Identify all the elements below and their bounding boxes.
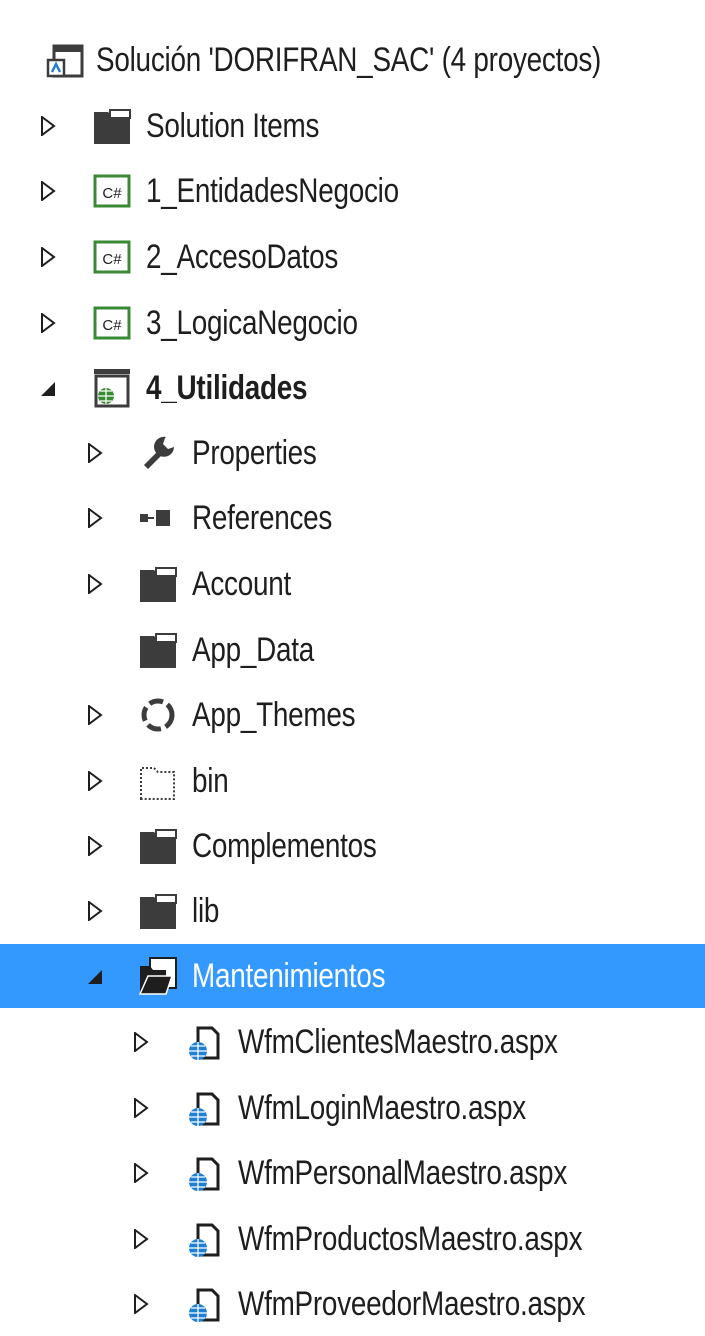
tree-item-label: WfmProductosMaestro.aspx xyxy=(238,1220,583,1258)
tree-item-entidades-negocio[interactable]: C# 1_EntidadesNegocio xyxy=(0,159,705,223)
tree-item-label: WfmLoginMaestro.aspx xyxy=(238,1089,526,1127)
tree-item-label: lib xyxy=(192,892,220,930)
themes-icon xyxy=(136,693,180,737)
expand-arrow-icon[interactable] xyxy=(87,508,103,528)
solution-icon xyxy=(44,38,88,82)
web-project-icon xyxy=(90,366,134,410)
expand-arrow-icon[interactable] xyxy=(87,574,103,594)
tree-item-label: Account xyxy=(192,565,292,603)
tree-item-label: Solución 'DORIFRAN_SAC' (4 proyectos) xyxy=(96,41,602,79)
tree-item-aspx-file[interactable]: WfmProductosMaestro.aspx xyxy=(0,1207,705,1271)
tree-item-logica-negocio[interactable]: C# 3_LogicaNegocio xyxy=(0,291,705,355)
expand-arrow-icon[interactable] xyxy=(40,247,56,267)
expand-arrow-icon[interactable] xyxy=(40,313,56,333)
tree-item-complementos[interactable]: Complementos xyxy=(0,814,705,878)
tree-item-label: References xyxy=(192,499,333,537)
collapse-arrow-icon[interactable] xyxy=(87,966,103,986)
expand-arrow-icon[interactable] xyxy=(133,1098,149,1118)
collapse-arrow-icon[interactable] xyxy=(40,378,56,398)
tree-item-solution-items[interactable]: Solution Items xyxy=(0,94,705,158)
tree-item-label: Complementos xyxy=(192,827,377,865)
folder-icon xyxy=(136,562,180,606)
folder-icon xyxy=(136,628,180,672)
expand-arrow-icon[interactable] xyxy=(87,901,103,921)
aspx-file-icon xyxy=(182,1282,226,1326)
tree-item-label: WfmProveedorMaestro.aspx xyxy=(238,1285,586,1323)
tree-item-lib[interactable]: lib xyxy=(0,879,705,943)
tree-item-utilidades[interactable]: 4_Utilidades xyxy=(0,356,705,420)
expand-arrow-icon[interactable] xyxy=(133,1163,149,1183)
tree-item-label: 2_AccesoDatos xyxy=(146,238,339,276)
aspx-file-icon xyxy=(182,1086,226,1130)
expand-arrow-icon[interactable] xyxy=(87,705,103,725)
folder-icon xyxy=(136,824,180,868)
csharp-project-icon: C# xyxy=(90,301,134,345)
tree-item-mantenimientos[interactable]: Mantenimientos xyxy=(0,944,705,1008)
solution-explorer-tree: Solución 'DORIFRAN_SAC' (4 proyectos) So… xyxy=(0,0,705,1333)
csharp-project-icon: C# xyxy=(90,235,134,279)
tree-item-references[interactable]: References xyxy=(0,486,705,550)
tree-item-account[interactable]: Account xyxy=(0,552,705,616)
tree-item-solution[interactable]: Solución 'DORIFRAN_SAC' (4 proyectos) xyxy=(0,28,705,92)
aspx-file-icon xyxy=(182,1217,226,1261)
tree-item-aspx-file[interactable]: WfmProveedorMaestro.aspx xyxy=(0,1272,705,1336)
tree-item-bin[interactable]: bin xyxy=(0,749,705,813)
tree-item-label: 4_Utilidades xyxy=(146,369,308,407)
expand-arrow-icon[interactable] xyxy=(40,181,56,201)
tree-item-label: 1_EntidadesNegocio xyxy=(146,172,399,210)
open-folder-icon xyxy=(136,954,180,998)
expand-arrow-icon[interactable] xyxy=(133,1032,149,1052)
tree-item-aspx-file[interactable]: WfmLoginMaestro.aspx xyxy=(0,1076,705,1140)
aspx-file-icon xyxy=(182,1020,226,1064)
tree-item-label: Solution Items xyxy=(146,107,320,145)
tree-item-app-data[interactable]: App_Data xyxy=(0,618,705,682)
csharp-project-icon: C# xyxy=(90,169,134,213)
tree-item-properties[interactable]: Properties xyxy=(0,421,705,485)
tree-item-label: Properties xyxy=(192,434,317,472)
tree-item-aspx-file[interactable]: WfmClientesMaestro.aspx xyxy=(0,1010,705,1074)
svg-text:C#: C# xyxy=(102,251,122,268)
svg-text:C#: C# xyxy=(102,185,122,202)
tree-item-label: App_Themes xyxy=(192,696,356,734)
tree-item-app-themes[interactable]: App_Themes xyxy=(0,683,705,747)
tree-item-label: WfmClientesMaestro.aspx xyxy=(238,1023,558,1061)
tree-item-label: Mantenimientos xyxy=(192,957,386,995)
tree-item-label: bin xyxy=(192,762,229,800)
expand-arrow-icon[interactable] xyxy=(133,1229,149,1249)
aspx-file-icon xyxy=(182,1151,226,1195)
tree-item-label: App_Data xyxy=(192,631,315,669)
dotted-folder-icon xyxy=(136,759,180,803)
expand-arrow-icon[interactable] xyxy=(40,116,56,136)
expand-arrow-icon[interactable] xyxy=(87,771,103,791)
tree-item-acceso-datos[interactable]: C# 2_AccesoDatos xyxy=(0,225,705,289)
references-icon xyxy=(136,496,180,540)
tree-item-aspx-file[interactable]: WfmPersonalMaestro.aspx xyxy=(0,1141,705,1205)
folder-icon xyxy=(90,104,134,148)
expand-arrow-icon[interactable] xyxy=(87,443,103,463)
expand-arrow-icon[interactable] xyxy=(133,1294,149,1314)
tree-item-label: WfmPersonalMaestro.aspx xyxy=(238,1154,568,1192)
tree-item-label: 3_LogicaNegocio xyxy=(146,304,358,342)
expand-arrow-icon[interactable] xyxy=(87,836,103,856)
svg-text:C#: C# xyxy=(102,317,122,334)
folder-icon xyxy=(136,889,180,933)
wrench-icon xyxy=(136,431,180,475)
